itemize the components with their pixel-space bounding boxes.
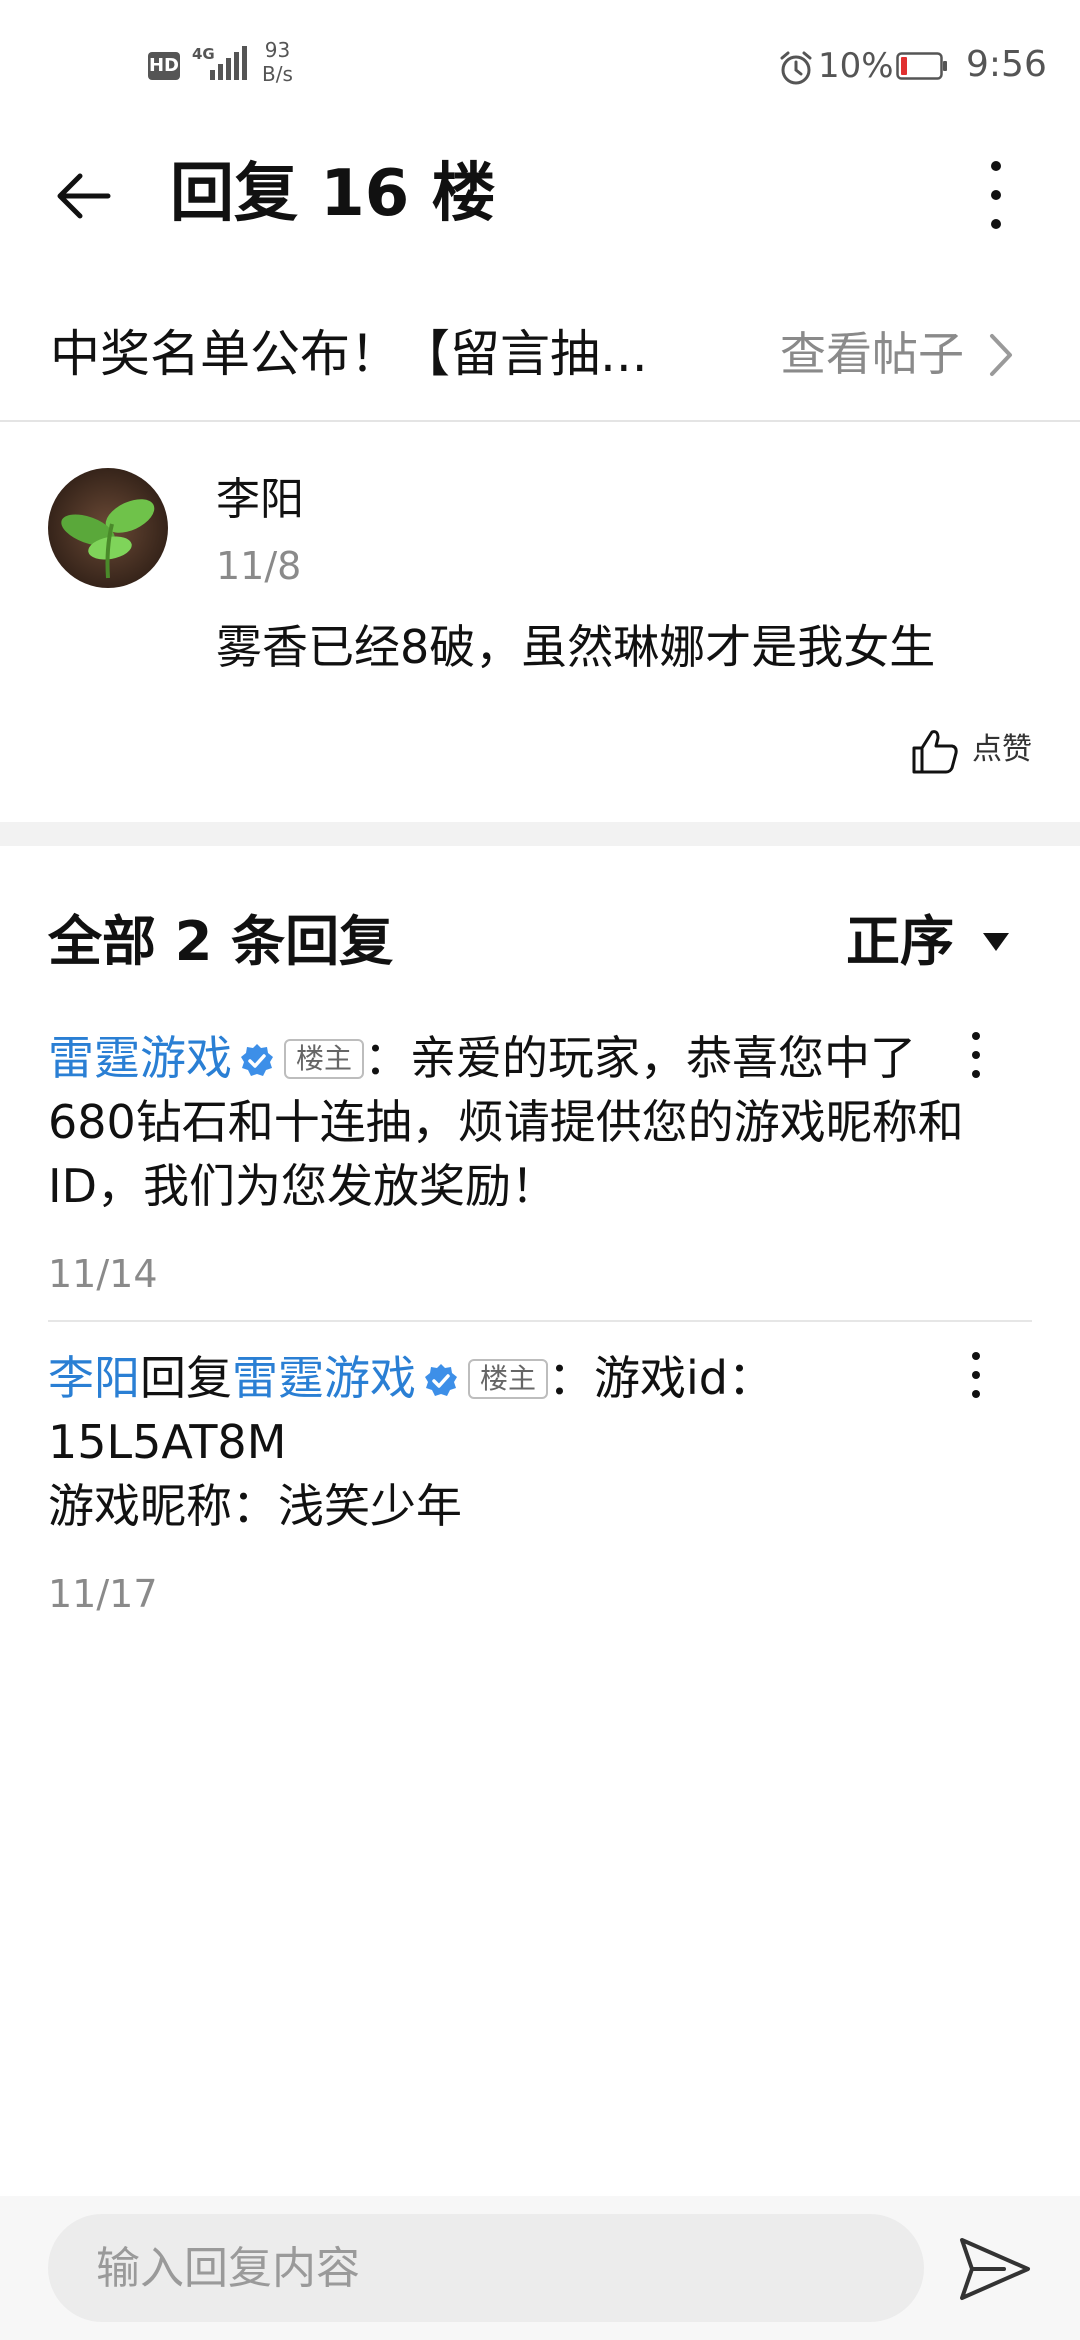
floor-author[interactable]: 李阳 [216, 470, 304, 530]
hd-badge: HD [148, 52, 180, 80]
reply-text: 雷霆游戏 楼主 ：亲爱的玩家，恭喜您中了680钻石和十连抽，烦请提供您的游戏昵称和I… [48, 1026, 1032, 1218]
reply-input-bar [0, 2196, 1080, 2340]
like-label[interactable]: 点赞 [972, 730, 1032, 770]
signal-icon [210, 46, 247, 80]
reply-content-line2: 游戏昵称：浅笑少年 [48, 1479, 462, 1533]
view-post-link[interactable]: 查看帖子 [780, 318, 964, 390]
battery-percent: 10% [818, 46, 894, 86]
floor-content: 雾香已经8破，虽然琳娜才是我女生 [216, 620, 936, 674]
more-vertical-icon[interactable] [964, 1350, 988, 1400]
more-vertical-icon[interactable] [964, 1030, 988, 1080]
replies-count: 全部 2 条回复 [48, 910, 394, 973]
reply-item: 雷霆游戏 楼主 ：亲爱的玩家，恭喜您中了680钻石和十连抽，烦请提供您的游戏昵称和I… [48, 1026, 1032, 1300]
sort-label[interactable]: 正序 [846, 904, 954, 980]
reply-separator: ： [364, 1031, 411, 1085]
speed-unit: B/s [262, 62, 293, 86]
section-divider [0, 822, 1080, 846]
caret-down-icon[interactable] [980, 930, 1012, 954]
thumbs-up-icon[interactable] [910, 726, 960, 776]
reply-divider [48, 1320, 1032, 1322]
reply-word: 回复 [140, 1351, 232, 1405]
more-vertical-icon[interactable] [976, 158, 1016, 232]
verified-check-icon [241, 1044, 273, 1076]
thread-link-row[interactable]: 中奖名单公布！【留言抽... 查看帖子 [0, 300, 1080, 422]
avatar-image [48, 468, 168, 588]
reply-date: 11/14 [48, 1252, 158, 1296]
status-bar: HD 4G 93 B/s 10% 9:56 [0, 0, 1080, 130]
like-button[interactable]: 点赞 [910, 720, 1040, 780]
alarm-clock-icon [780, 51, 812, 85]
verified-check-icon [425, 1364, 457, 1396]
chevron-right-icon[interactable] [984, 330, 1018, 380]
reply-target[interactable]: 雷霆游戏 [232, 1351, 416, 1405]
avatar[interactable] [48, 468, 168, 588]
reply-author[interactable]: 李阳 [48, 1351, 140, 1405]
op-badge: 楼主 [284, 1039, 365, 1079]
battery-icon [896, 52, 947, 80]
reply-date: 11/17 [48, 1572, 158, 1616]
reply-text: 李阳回复雷霆游戏 楼主 ：游戏id：15L5AT8M 游戏昵称：浅笑少年 [48, 1346, 1032, 1538]
status-time: 9:56 [966, 44, 1047, 85]
op-badge: 楼主 [468, 1359, 549, 1399]
thread-title[interactable]: 中奖名单公布！【留言抽... [50, 318, 648, 390]
reply-separator: ： [548, 1351, 595, 1405]
sort-order-button[interactable]: 正序 [846, 904, 1046, 980]
send-icon[interactable] [958, 2236, 1032, 2302]
reply-item: 李阳回复雷霆游戏 楼主 ：游戏id：15L5AT8M 游戏昵称：浅笑少年 11/17 [48, 1346, 1032, 1620]
page-title: 回复 16 楼 [170, 157, 496, 231]
network-speed: 93 B/s [262, 38, 293, 86]
speed-value: 93 [264, 38, 291, 62]
reply-input[interactable] [48, 2214, 924, 2322]
reply-author[interactable]: 雷霆游戏 [48, 1031, 232, 1085]
floor-date: 11/8 [216, 544, 302, 588]
back-arrow-icon[interactable] [52, 164, 116, 228]
